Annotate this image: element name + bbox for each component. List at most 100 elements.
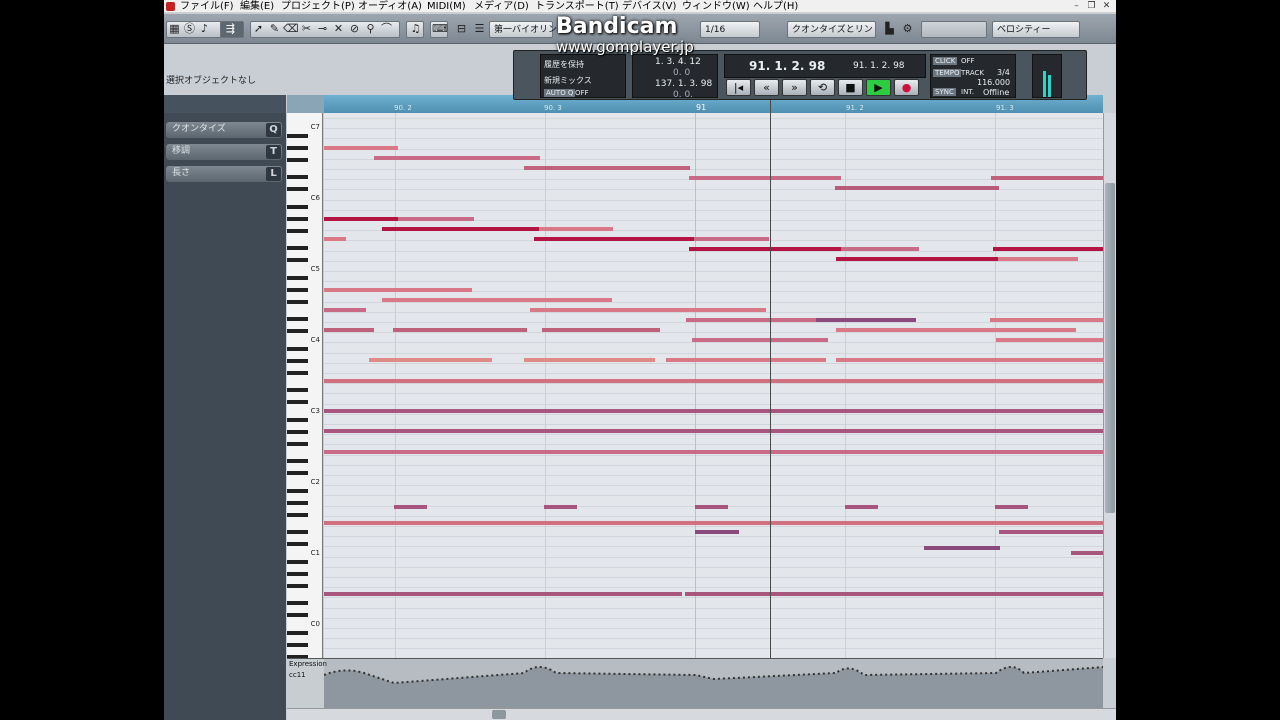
solo-icon[interactable]: Ⓢ	[182, 21, 197, 38]
midi-note[interactable]	[692, 338, 828, 342]
split-tool-icon[interactable]: ⊸	[315, 21, 330, 38]
quantize-mode-select[interactable]: クオンタイズとリン	[787, 21, 876, 38]
black-key[interactable]	[287, 559, 308, 564]
controller-name[interactable]: Expression	[289, 660, 327, 668]
black-key[interactable]	[287, 583, 308, 588]
midi-note[interactable]	[845, 505, 878, 509]
black-key[interactable]	[287, 400, 308, 405]
black-key[interactable]	[287, 370, 308, 375]
minimize-icon[interactable]: –	[1070, 0, 1083, 12]
controller-lane[interactable]: Expression cc11	[287, 658, 1103, 709]
midi-note[interactable]	[524, 358, 655, 362]
black-key[interactable]	[287, 459, 308, 464]
midi-note[interactable]	[382, 227, 539, 231]
midi-note[interactable]	[990, 318, 1103, 322]
midi-note[interactable]	[666, 358, 826, 362]
sync-label[interactable]: SYNC	[933, 88, 956, 96]
black-key[interactable]	[287, 358, 308, 363]
midi-note[interactable]	[324, 379, 1103, 383]
midi-note[interactable]	[534, 237, 694, 241]
midi-note[interactable]	[324, 521, 1103, 525]
trim-tool-icon[interactable]: ✂	[299, 21, 314, 38]
vertical-scroll-thumb[interactable]	[1105, 183, 1115, 513]
part-icon[interactable]: ⊟	[454, 21, 469, 38]
midi-note[interactable]	[996, 338, 1103, 342]
menu-media[interactable]: メディア(D)	[474, 0, 529, 13]
midi-note[interactable]	[324, 288, 472, 292]
midi-note[interactable]	[324, 217, 398, 221]
primary-position[interactable]: 91. 1. 2. 98	[749, 59, 825, 73]
menu-file[interactable]: ファイル(F)	[180, 0, 234, 13]
black-key[interactable]	[287, 329, 308, 334]
black-key[interactable]	[287, 216, 308, 221]
midi-note[interactable]	[539, 227, 613, 231]
midi-note[interactable]	[324, 237, 346, 241]
forward-button[interactable]: »	[782, 79, 807, 96]
record-mode-1[interactable]: 履歴を保持	[544, 59, 584, 70]
black-key[interactable]	[287, 542, 308, 547]
black-key[interactable]	[287, 417, 308, 422]
rewind-button[interactable]: «	[754, 79, 779, 96]
autoq-label[interactable]: AUTO Q	[544, 89, 576, 97]
midi-note[interactable]	[835, 186, 999, 190]
restore-icon[interactable]: ❐	[1085, 0, 1098, 12]
black-key[interactable]	[287, 275, 308, 280]
midi-note[interactable]	[382, 298, 612, 302]
black-key[interactable]	[287, 346, 308, 351]
secondary-position[interactable]: 91. 1. 2. 98	[853, 61, 905, 71]
black-key[interactable]	[287, 441, 308, 446]
black-key[interactable]	[287, 471, 308, 476]
midi-note[interactable]	[369, 358, 492, 362]
close-icon[interactable]: ✕	[1100, 0, 1113, 12]
midi-note[interactable]	[995, 505, 1028, 509]
project-cursor[interactable]	[770, 95, 771, 720]
velocity-controller-select[interactable]: ベロシティー	[992, 21, 1080, 38]
black-key[interactable]	[287, 133, 308, 138]
black-key[interactable]	[287, 187, 308, 192]
arrow-tool-icon[interactable]: ➚	[251, 21, 266, 38]
black-key[interactable]	[287, 204, 308, 209]
black-key[interactable]	[287, 258, 308, 263]
midi-note[interactable]	[685, 592, 1103, 596]
color-scheme-icon[interactable]: ▙	[882, 21, 897, 38]
stop-button[interactable]: ■	[838, 79, 863, 96]
black-key[interactable]	[287, 157, 308, 162]
record-button[interactable]: ●	[894, 79, 919, 96]
midi-note[interactable]	[324, 328, 374, 332]
midi-note[interactable]	[841, 247, 919, 251]
midi-note[interactable]	[836, 328, 1076, 332]
midi-note[interactable]	[991, 176, 1103, 180]
settings-icon[interactable]: ⚙	[900, 21, 915, 38]
vertical-scrollbar[interactable]	[1103, 113, 1116, 658]
midi-note[interactable]	[324, 429, 1103, 433]
midi-note[interactable]	[324, 592, 682, 596]
piano-keyboard[interactable]: C7 C6 C5 C4 C3 C2 C1 C0	[287, 113, 323, 658]
tempo-label[interactable]: TEMPO	[933, 69, 962, 77]
left-locator[interactable]: 1. 3. 4. 12	[655, 57, 701, 67]
midi-note[interactable]	[694, 237, 769, 241]
menu-audio[interactable]: オーディオ(A)	[358, 0, 422, 13]
midi-note[interactable]	[924, 546, 1000, 550]
midi-note[interactable]	[993, 247, 1103, 251]
midi-note[interactable]	[689, 247, 841, 251]
menu-midi[interactable]: MIDI(M)	[427, 0, 466, 13]
horizontal-scrollbar[interactable]	[287, 708, 1116, 720]
quantize-section[interactable]: クオンタイズ Q	[166, 122, 282, 138]
midi-note[interactable]	[836, 257, 998, 261]
black-key[interactable]	[287, 299, 308, 304]
play-button[interactable]: ▶	[866, 79, 891, 96]
midi-note[interactable]	[836, 358, 1103, 362]
app-icon[interactable]	[166, 2, 175, 11]
midi-note[interactable]	[998, 257, 1078, 261]
current-part-select[interactable]: 第一バイオリン	[489, 21, 557, 38]
black-key[interactable]	[287, 613, 308, 618]
go-to-start-button[interactable]: |◂	[726, 79, 751, 96]
menu-edit[interactable]: 編集(E)	[240, 0, 274, 13]
cycle-button[interactable]: ⟲	[810, 79, 835, 96]
black-key[interactable]	[287, 228, 308, 233]
black-key[interactable]	[287, 488, 308, 493]
midi-note[interactable]	[394, 505, 427, 509]
black-key[interactable]	[287, 246, 308, 251]
midi-note[interactable]	[374, 156, 540, 160]
midi-note[interactable]	[524, 166, 690, 170]
